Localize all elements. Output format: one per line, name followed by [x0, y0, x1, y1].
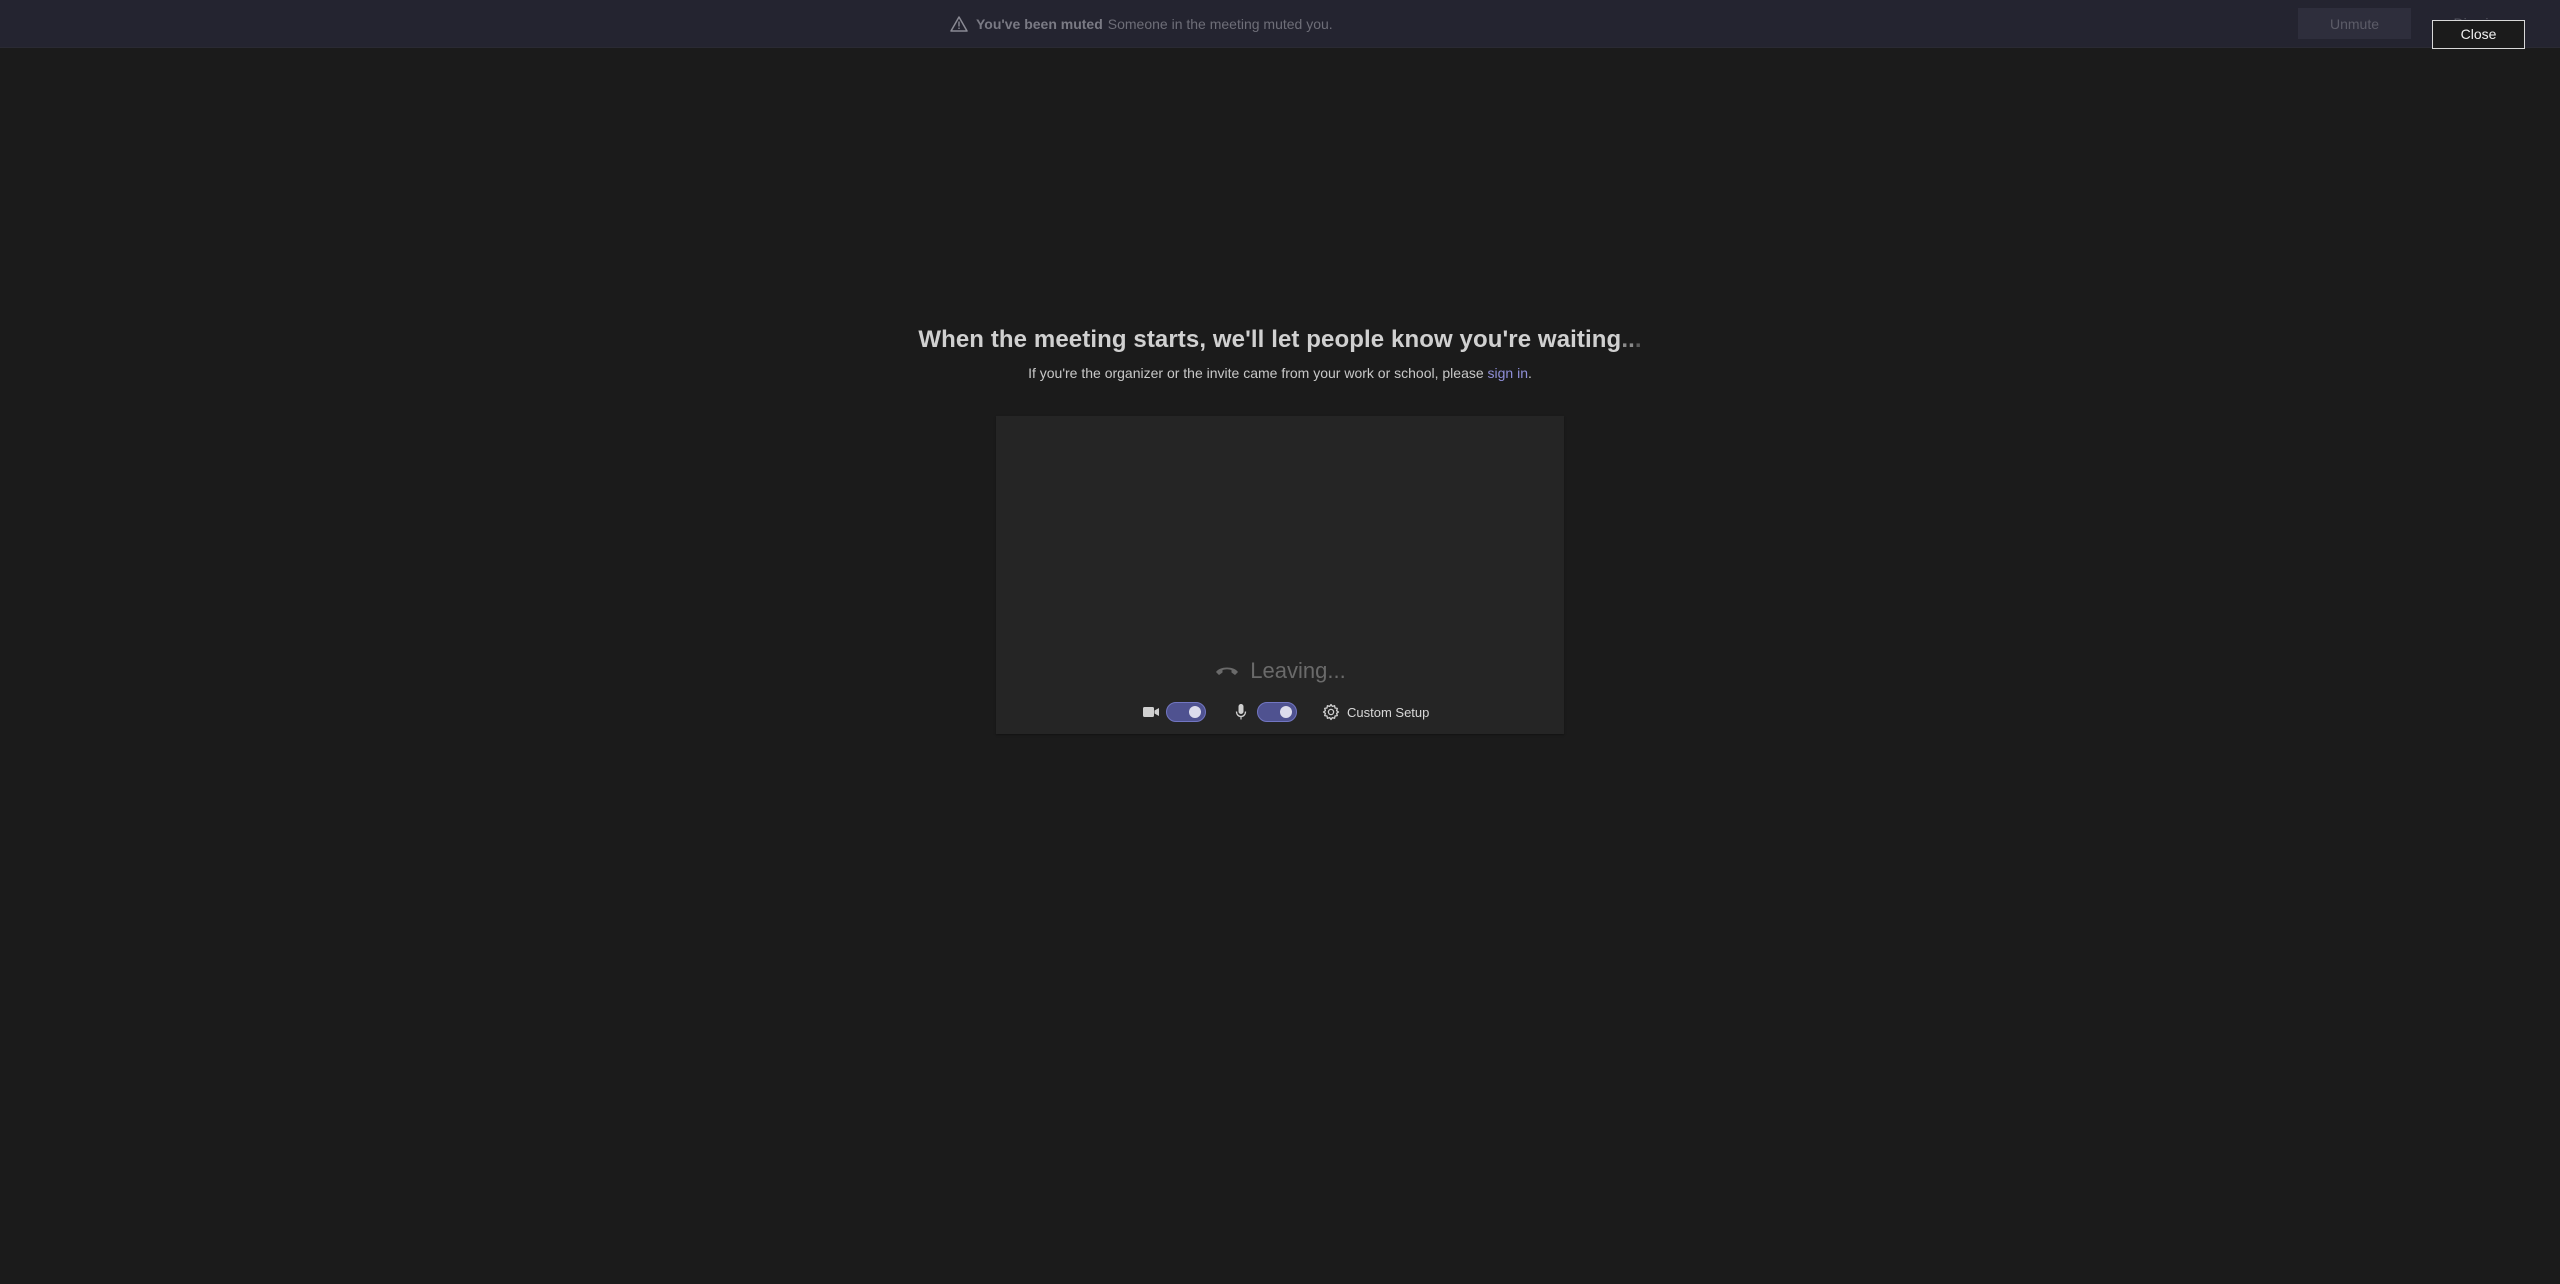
device-controls: Custom Setup: [996, 700, 1564, 724]
custom-setup-button[interactable]: Custom Setup: [1322, 702, 1429, 722]
sign-in-hint: If you're the organizer or the invite ca…: [0, 365, 2560, 381]
waiting-dots-bright: ..: [1621, 326, 1635, 353]
leaving-status: Leaving...: [996, 658, 1564, 684]
close-button[interactable]: Close: [2432, 20, 2525, 49]
custom-setup-label: Custom Setup: [1347, 704, 1430, 720]
meeting-prejoin-screen: You've been muted Someone in the meeting…: [0, 0, 2560, 1284]
camera-toggle[interactable]: [1166, 702, 1206, 722]
camera-icon: [1143, 707, 1159, 717]
sign-in-link[interactable]: sign in: [1488, 365, 1528, 381]
waiting-dots: ...: [1621, 326, 1641, 353]
hang-up-icon: [1216, 667, 1239, 675]
microphone-icon: [1235, 704, 1247, 720]
leaving-text: Leaving...: [1250, 658, 1346, 683]
microphone-toggle-knob: [1280, 706, 1292, 718]
banner-text: Someone in the meeting muted you.: [1107, 16, 1333, 32]
page-title: When the meeting starts, we'll let peopl…: [0, 326, 2560, 354]
banner-message: You've been muted Someone in the meeting…: [950, 14, 1333, 34]
muted-notification-banner: You've been muted Someone in the meeting…: [0, 0, 2560, 49]
video-preview-panel: Leaving... Custom Setup: [996, 416, 1564, 734]
sign-in-hint-text: If you're the organizer or the invite ca…: [1028, 365, 1488, 381]
warning-icon: [950, 16, 968, 32]
unmute-button[interactable]: Unmute: [2298, 8, 2411, 39]
banner-title: You've been muted: [976, 16, 1103, 32]
waiting-dots-dim: .: [1634, 326, 1642, 353]
microphone-toggle[interactable]: [1257, 702, 1297, 722]
gear-icon: [1322, 703, 1340, 721]
sign-in-hint-period: .: [1528, 365, 1532, 381]
camera-toggle-knob: [1189, 706, 1201, 718]
page-title-text: When the meeting starts, we'll let peopl…: [918, 326, 1622, 353]
